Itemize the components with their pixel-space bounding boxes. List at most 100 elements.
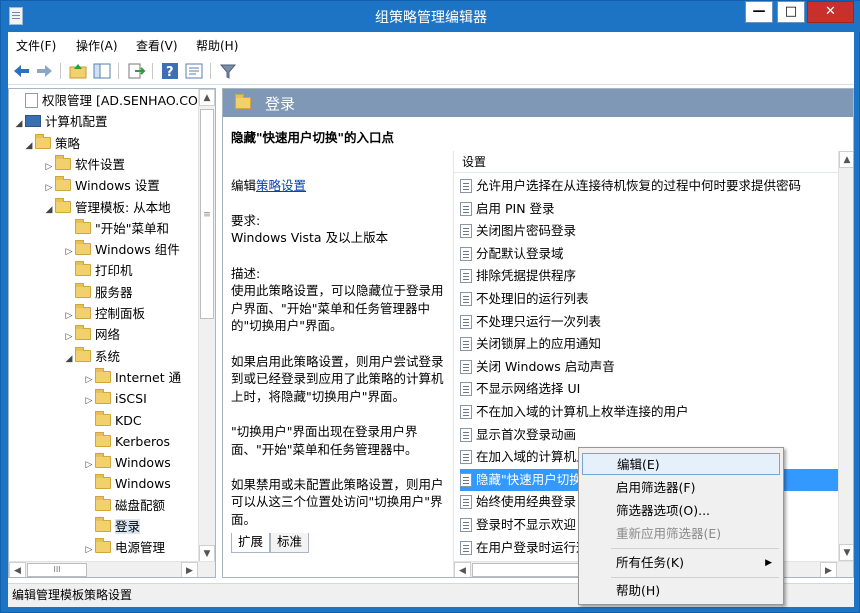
tree-item[interactable]: Windows <box>83 474 171 495</box>
scroll-thumb[interactable]: ≡ <box>200 109 214 319</box>
tree-item[interactable]: ▷ Windows 组件 <box>63 240 180 261</box>
tree-item[interactable]: ◢ 策略 <box>23 133 81 156</box>
scroll-right-button[interactable]: ▶ <box>820 562 837 577</box>
expand-arrow-icon[interactable]: ▷ <box>83 370 95 390</box>
collapse-arrow-icon[interactable]: ◢ <box>23 136 35 156</box>
context-filter-options[interactable]: 筛选器选项(O)... <box>582 500 780 522</box>
list-vertical-scrollbar[interactable]: ▲ ▼ <box>838 151 853 561</box>
setting-row[interactable]: 启用 PIN 登录 <box>460 198 840 220</box>
export-icon[interactable] <box>126 61 146 81</box>
policy-setting-icon <box>460 518 472 532</box>
expand-arrow-icon[interactable]: ▷ <box>83 391 95 411</box>
folder-icon <box>75 304 91 319</box>
tree-item[interactable]: "开始"菜单和 <box>63 218 169 240</box>
scroll-down-button[interactable]: ▼ <box>199 545 215 562</box>
menu-action[interactable]: 操作(A) <box>76 37 118 54</box>
tree-horizontal-scrollbar[interactable]: ◀ III ▶ <box>9 561 215 577</box>
expand-arrow-icon[interactable]: ▷ <box>83 455 95 475</box>
expand-arrow-icon[interactable]: ▷ <box>43 157 55 177</box>
expand-arrow-icon[interactable]: ▷ <box>63 327 75 347</box>
tree-item-label: Windows 组件 <box>95 242 180 258</box>
expand-arrow-icon[interactable]: ▷ <box>63 242 75 262</box>
expand-arrow-icon[interactable]: ▷ <box>63 306 75 326</box>
expand-arrow-icon[interactable]: ▷ <box>83 540 95 560</box>
tree-item[interactable]: ▷ Internet 通 <box>83 367 181 390</box>
collapse-arrow-icon[interactable]: ◢ <box>63 349 75 369</box>
details-header: 登录 <box>223 89 853 131</box>
setting-row[interactable]: 显示首次登录动画 <box>460 424 840 446</box>
tree-item[interactable]: 打印机 <box>63 261 133 282</box>
scroll-thumb[interactable]: III <box>27 563 87 577</box>
tree-item-label: 系统 <box>95 348 121 364</box>
setting-label: 显示首次登录动画 <box>476 426 577 442</box>
back-icon[interactable] <box>12 61 32 81</box>
policy-setting-icon <box>460 292 472 306</box>
tree-item-label: 策略 <box>55 135 81 151</box>
setting-row[interactable]: 不处理旧的运行列表 <box>460 288 840 310</box>
edit-policy-link[interactable]: 策略设置 <box>256 178 306 193</box>
context-all-tasks[interactable]: 所有任务(K) ▶ <box>582 552 780 574</box>
setting-row[interactable]: 关闭 Windows 启动声音 <box>460 356 840 378</box>
menu-help[interactable]: 帮助(H) <box>196 37 238 54</box>
tree-item[interactable]: ▷ 网络 <box>63 325 120 346</box>
tree-vertical-scrollbar[interactable]: ▲ ≡ ▼ <box>198 89 215 562</box>
context-help[interactable]: 帮助(H) <box>582 580 780 602</box>
title-bar[interactable]: 组策略管理编辑器 — □ ✕ <box>1 1 860 32</box>
collapse-arrow-icon[interactable]: ◢ <box>43 200 55 220</box>
properties-icon[interactable] <box>184 61 204 81</box>
folder-icon <box>95 410 111 426</box>
context-enable-filter[interactable]: 启用筛选器(F) <box>582 477 780 499</box>
policy-setting-icon <box>460 224 472 239</box>
expand-arrow-icon[interactable]: ▷ <box>43 178 55 198</box>
filter-icon[interactable] <box>218 61 238 81</box>
setting-row[interactable]: 关闭锁屏上的应用通知 <box>460 333 840 355</box>
context-edit[interactable]: 编辑(E) <box>582 453 780 475</box>
tree-item[interactable]: 磁盘配额 <box>83 495 165 517</box>
tree-item[interactable]: 登录 <box>83 517 141 538</box>
minimize-button[interactable]: — <box>745 1 773 23</box>
scroll-down-button[interactable]: ▼ <box>839 544 853 561</box>
setting-row[interactable]: 不处理只运行一次列表 <box>460 311 840 333</box>
scroll-up-button[interactable]: ▲ <box>839 151 853 168</box>
tree-item[interactable]: ▷ 电源管理 <box>83 538 165 559</box>
tab-extended[interactable]: 扩展 <box>231 533 271 553</box>
show-hide-tree-icon[interactable] <box>92 61 112 81</box>
tab-standard[interactable]: 标准 <box>270 533 310 553</box>
tree-item[interactable]: ▷ 控制面板 <box>63 304 145 325</box>
setting-row[interactable]: 允许用户选择在从连接待机恢复的过程中何时要求提供密码 <box>460 175 840 197</box>
up-folder-icon[interactable] <box>68 61 88 81</box>
maximize-button[interactable]: □ <box>777 1 805 23</box>
tree-item[interactable]: ▷ Windows <box>83 453 171 474</box>
tree-item[interactable]: ▷ Windows 设置 <box>43 176 160 197</box>
menu-file[interactable]: 文件(F) <box>16 37 56 54</box>
tree-item[interactable]: 服务器 <box>63 282 133 304</box>
scroll-up-button[interactable]: ▲ <box>199 89 215 106</box>
tree-item[interactable]: ▷ 软件设置 <box>43 154 125 177</box>
tree-item[interactable]: ◢ 管理模板: 从本地 <box>43 197 171 220</box>
tree-item[interactable]: ◢ 计算机配置 <box>13 112 108 133</box>
close-button[interactable]: ✕ <box>807 1 854 23</box>
scroll-right-button[interactable]: ▶ <box>181 562 198 577</box>
setting-row[interactable]: 不在加入域的计算机上枚举连接的用户 <box>460 401 840 423</box>
policy-setting-icon <box>460 405 472 419</box>
scroll-left-button[interactable]: ◀ <box>9 562 26 577</box>
console-tree[interactable]: 权限管理 [AD.SENHAO.CO ◢ 计算机配置 ◢ 策略 ▷ 软件设置 ▷ Windows… <box>8 88 216 578</box>
folder-icon <box>95 474 111 490</box>
column-header-setting[interactable]: 设置 <box>454 151 839 173</box>
context-reapply-filter: 重新应用筛选器(E) <box>616 526 722 541</box>
setting-row[interactable]: 排除凭据提供程序 <box>460 265 840 287</box>
setting-row[interactable]: 关闭图片密码登录 <box>460 220 840 242</box>
tree-item[interactable]: 权限管理 [AD.SENHAO.CO <box>13 91 198 112</box>
menu-view[interactable]: 查看(V) <box>136 37 178 54</box>
forward-icon[interactable] <box>34 61 54 81</box>
folder-icon <box>55 154 71 170</box>
tree-item[interactable]: KDC <box>83 410 142 432</box>
tree-item[interactable]: ▷ iSCSI <box>83 389 147 410</box>
setting-row[interactable]: 分配默认登录域 <box>460 243 840 265</box>
tree-item[interactable]: Kerberos <box>83 431 170 453</box>
tree-item[interactable]: ◢ 系统 <box>63 346 121 369</box>
scroll-left-button[interactable]: ◀ <box>454 562 471 577</box>
setting-row[interactable]: 不显示网络选择 UI <box>460 378 840 400</box>
collapse-arrow-icon[interactable]: ◢ <box>13 114 25 134</box>
help-icon[interactable]: ? <box>160 61 180 81</box>
